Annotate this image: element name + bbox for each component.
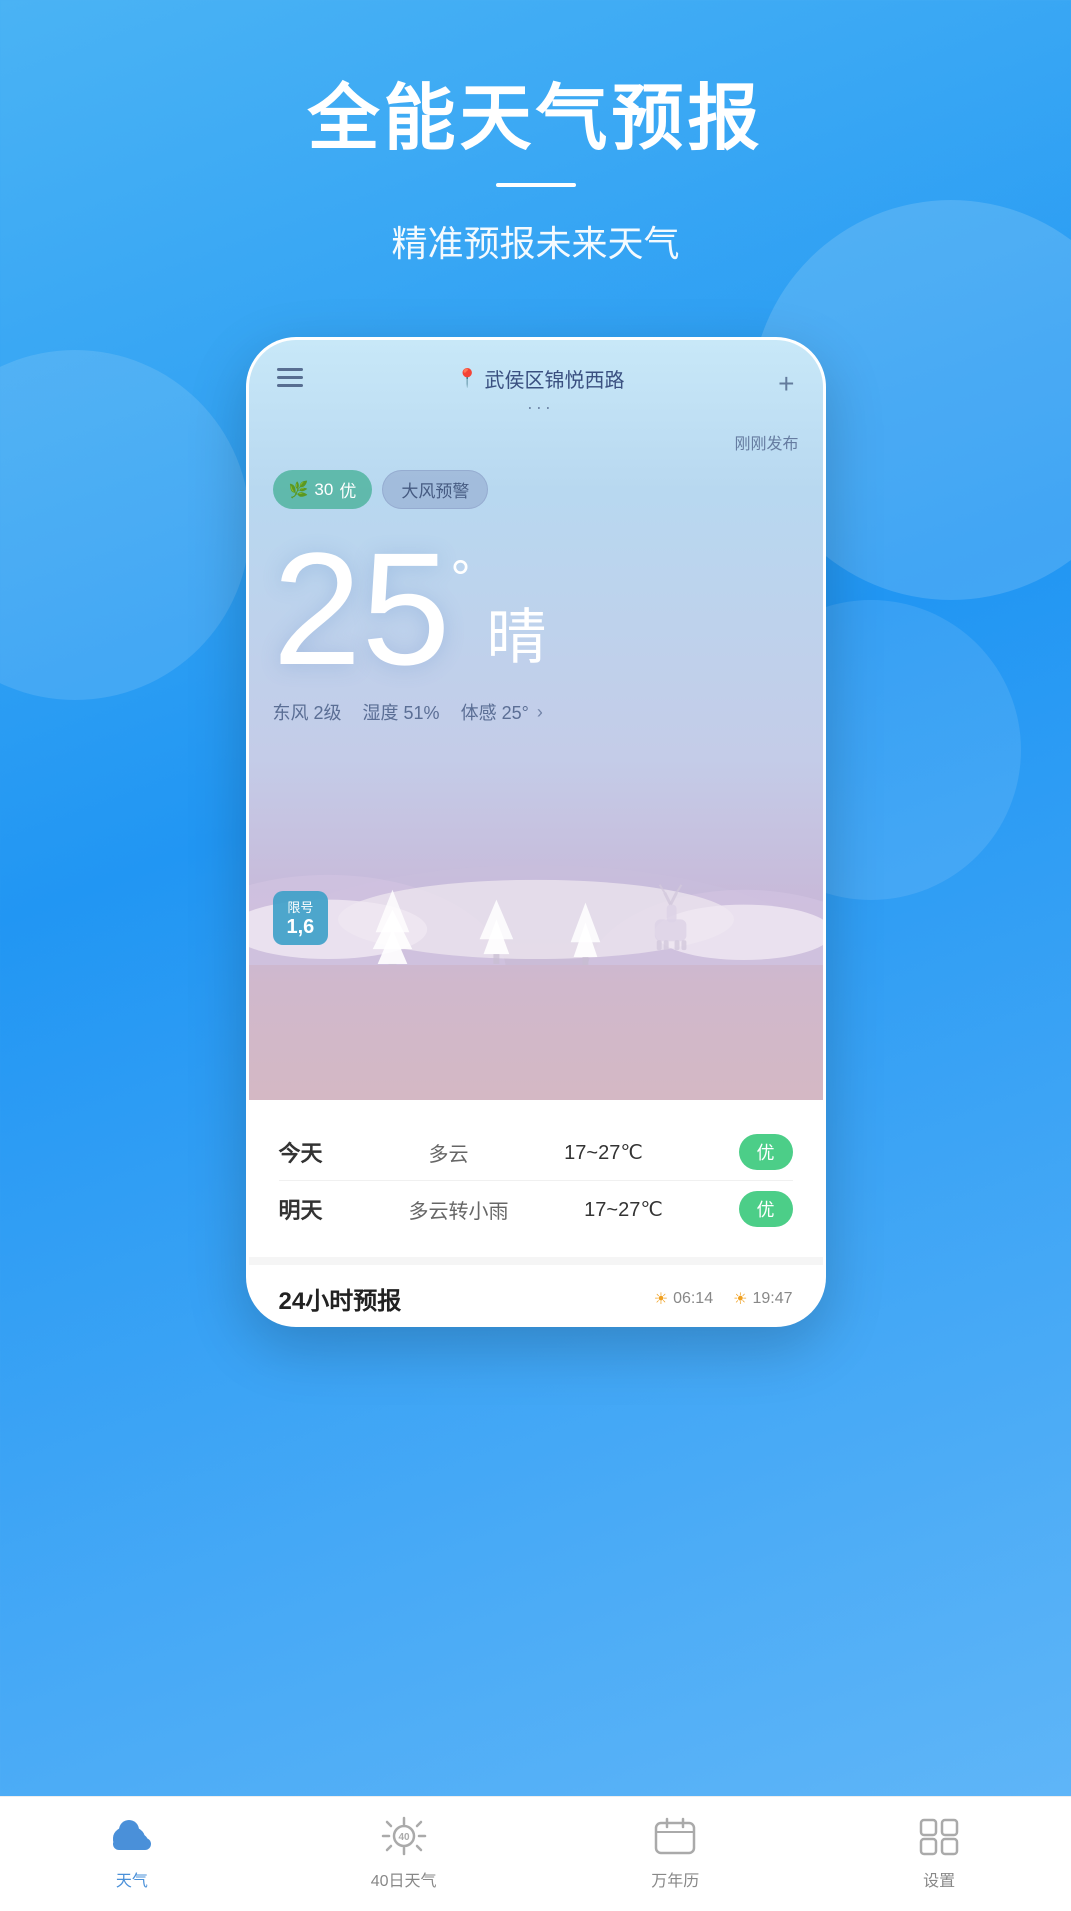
wind-info: 东风 2级 [273,699,342,725]
sunrise-item: ☀ 06:14 [654,1289,713,1309]
bottom-nav: 天气 40 [0,1796,1071,1911]
weather-condition: 晴 [486,589,546,676]
sunrise-time: 06:14 [673,1290,713,1308]
aqi-value: 30 [314,480,333,500]
today-temp: 17~27℃ [539,1140,669,1165]
tomorrow-temp: 17~27℃ [559,1197,689,1222]
nav-weather-icon-area [107,1811,157,1861]
degree-symbol: ° [450,549,470,607]
nav-forecast40-label: 40日天气 [371,1867,437,1891]
sunset-time: 19:47 [752,1290,792,1308]
svg-text:40: 40 [398,1832,410,1843]
feels-like-info: 体感 25° [461,699,529,725]
chevron-right-icon: › [537,702,543,723]
page-header: 全能天气预报 精准预报未来天气 [0,0,1071,307]
warning-badge: 大风预警 [382,470,488,509]
forecast-section: 今天 多云 17~27℃ 优 明天 多云转小雨 17~27℃ 优 [249,1100,823,1257]
plate-label: 限号 [287,897,315,916]
nav-calendar-icon-area [650,1811,700,1861]
weather-details-row[interactable]: 东风 2级 湿度 51% 体感 25° › [273,699,799,725]
forecast-24h-title: 24小时预报 [279,1281,402,1316]
phone-screen: 📍 武侯区锦悦西路 ··· + 刚刚发布 🌿 30 优 大风预警 [249,340,823,1100]
aqi-badge: 🌿 30 优 [273,470,373,509]
tomorrow-label: 明天 [279,1193,359,1225]
sunset-item: ☀ 19:47 [733,1289,792,1309]
sun-times: ☀ 06:14 ☀ 19:47 [654,1289,793,1309]
nav-item-settings[interactable]: 设置 [914,1811,964,1891]
forecast-24h-header: 24小时预报 ☀ 06:14 ☀ 19:47 [249,1257,823,1324]
phone-container: 📍 武侯区锦悦西路 ··· + 刚刚发布 🌿 30 优 大风预警 [0,307,1071,1327]
nav-item-weather[interactable]: 天气 [107,1811,157,1891]
temperature-value: 25 [273,529,451,689]
plate-numbers: 1,6 [287,916,315,938]
nav-weather-label: 天气 [116,1867,148,1891]
add-location-button[interactable]: + [774,364,798,404]
location-pin-icon: 📍 [456,368,478,389]
today-quality: 优 [739,1134,793,1170]
today-forecast-row: 今天 多云 17~27℃ 优 [279,1124,793,1180]
location-area: 📍 武侯区锦悦西路 ··· [456,364,624,418]
sunset-icon: ☀ [733,1289,747,1309]
publish-time: 刚刚发布 [273,430,799,454]
nav-calendar-label: 万年历 [651,1867,699,1891]
aqi-level: 优 [339,477,356,502]
menu-button[interactable] [273,364,307,391]
phone-frame: 📍 武侯区锦悦西路 ··· + 刚刚发布 🌿 30 优 大风预警 [246,337,826,1327]
cloud-icon [107,1816,157,1856]
grid-icon [917,1816,961,1856]
calendar-icon [653,1816,697,1856]
tomorrow-quality: 优 [739,1191,793,1227]
nav-item-forecast40[interactable]: 40 40日天气 [371,1811,437,1891]
today-condition: 多云 [429,1138,469,1167]
landscape-illustration: 限号 1,6 [249,765,823,965]
temperature-display: 25 ° 晴 [273,529,799,689]
humidity-info: 湿度 51% [363,699,440,725]
sunrise-icon: ☀ [654,1289,668,1309]
separator1 [350,702,355,723]
tomorrow-forecast-row: 明天 多云转小雨 17~27℃ 优 [279,1180,793,1237]
page-subtitle: 精准预报未来天气 [40,215,1031,267]
location-name: 武侯区锦悦西路 [485,364,625,393]
nav-forecast40-icon-area: 40 [379,1811,429,1861]
tomorrow-condition: 多云转小雨 [409,1195,509,1224]
title-divider [496,183,576,187]
license-plate-badge: 限号 1,6 [273,891,329,945]
sun-40-icon: 40 [381,1816,427,1856]
info-badges: 🌿 30 优 大风预警 [273,470,799,509]
leaf-icon: 🌿 [289,480,309,500]
separator2 [448,702,453,723]
location-dots: ··· [527,397,554,418]
phone-topbar: 📍 武侯区锦悦西路 ··· + [273,364,799,418]
page-title: 全能天气预报 [40,80,1031,159]
location-row: 📍 武侯区锦悦西路 [456,364,624,393]
nav-settings-label: 设置 [923,1867,955,1891]
nav-item-calendar[interactable]: 万年历 [650,1811,700,1891]
nav-settings-icon-area [914,1811,964,1861]
today-label: 今天 [279,1136,359,1168]
